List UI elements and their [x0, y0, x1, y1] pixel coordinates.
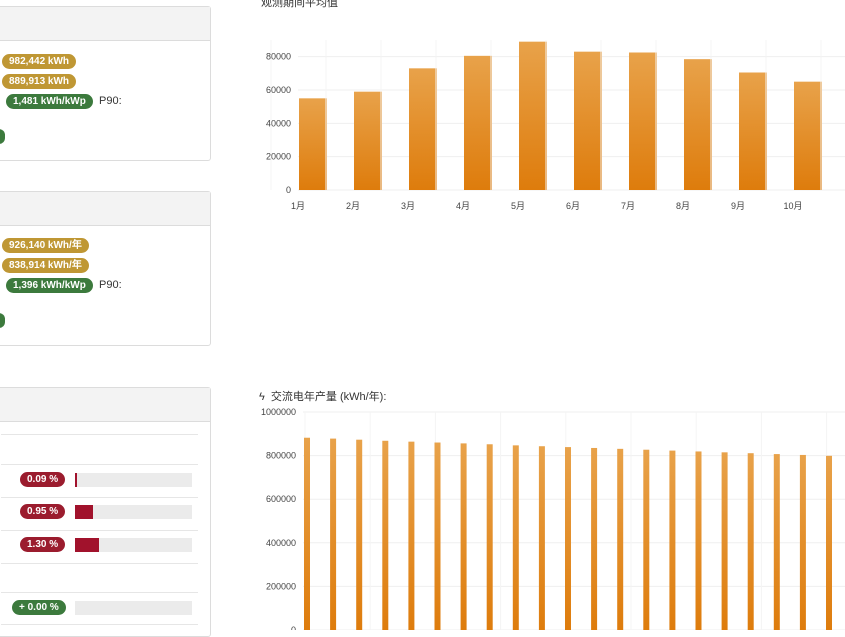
x-tick-label: 3月: [401, 201, 415, 211]
y-tick-label: 1000000: [261, 407, 296, 417]
bar: [773, 454, 780, 630]
bar: [460, 443, 467, 630]
y-tick-label: 200000: [266, 581, 296, 591]
y-tick-label: 0: [291, 625, 296, 630]
bar: [721, 452, 728, 630]
x-tick-label: 9月: [731, 201, 745, 211]
bar: [519, 41, 547, 190]
bar: [826, 455, 832, 630]
y-tick-label: 80000: [266, 52, 291, 62]
x-tick-label: 8月: [676, 201, 690, 211]
y-tick-label: 0: [286, 185, 291, 195]
bar: [799, 454, 806, 630]
y-tick-label: 60000: [266, 85, 291, 95]
bar: [695, 451, 702, 630]
bar: [591, 447, 598, 630]
x-tick-label: 2月: [346, 201, 360, 211]
bar: [304, 437, 310, 630]
bar: [464, 55, 492, 191]
y-tick-label: 400000: [266, 538, 296, 548]
bar: [643, 449, 650, 630]
bar: [574, 51, 602, 190]
x-tick-label: 7月: [621, 201, 635, 211]
bar: [330, 438, 337, 630]
bar: [565, 447, 571, 630]
monthly-bar-chart: 0 20000 40000 60000 80000 1月 2月 3月 4月 5月 6月 7月 8月 9月 1…: [266, 40, 845, 211]
bar: [356, 439, 363, 630]
bar: [794, 81, 822, 190]
x-tick-label: 6月: [566, 201, 580, 211]
bar: [408, 441, 415, 630]
y-tick-label: 20000: [266, 152, 291, 162]
bar: [669, 450, 676, 630]
bar: [354, 91, 382, 190]
bar: [434, 442, 441, 630]
x-tick-label: 5月: [511, 201, 525, 211]
bar: [739, 72, 767, 190]
bar: [299, 98, 327, 190]
bar: [538, 446, 545, 630]
specific-yield-badge: 1,396 kWh/kWp: [6, 278, 93, 293]
y-tick-label: 40000: [266, 118, 291, 128]
annual-energy-p90-badge: 838,914 kWh/年: [2, 258, 89, 273]
x-tick-label: 1月: [291, 201, 305, 211]
status-dot: [0, 313, 5, 328]
bar: [512, 445, 519, 630]
bar: [747, 453, 754, 630]
p90-label: P90:: [99, 279, 122, 291]
bar: [409, 68, 437, 190]
bar: [684, 59, 712, 190]
bar: [486, 444, 493, 630]
annual-energy-badge: 926,140 kWh/年: [2, 238, 89, 253]
y-tick-label: 800000: [266, 451, 296, 461]
x-tick-label: 10月: [783, 201, 802, 211]
y-tick-label: 600000: [266, 494, 296, 504]
bar: [617, 448, 624, 630]
annual-bar-chart: 0 200000 400000 600000 800000 1000000: [261, 407, 845, 630]
bar: [382, 440, 389, 630]
bar: [629, 52, 657, 190]
x-tick-label: 4月: [456, 201, 470, 211]
